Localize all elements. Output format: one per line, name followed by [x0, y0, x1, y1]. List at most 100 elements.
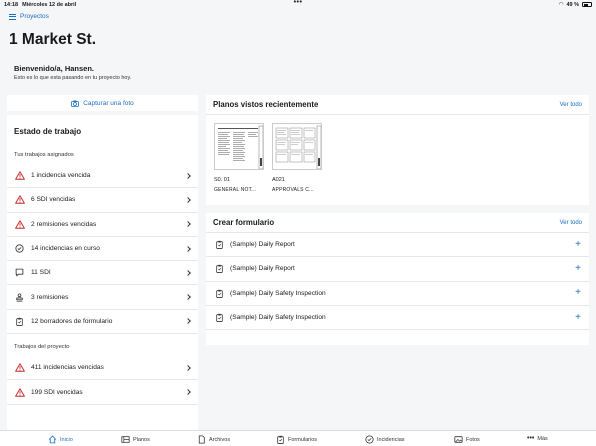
work-item-label: 14 incidencias en curso	[31, 245, 100, 253]
wifi-icon: ◠	[558, 2, 564, 8]
form-template-row[interactable]: (Sample) Daily Report +	[206, 233, 589, 258]
tab-label: Incidencias	[377, 436, 405, 443]
tab-label: Más	[537, 435, 548, 442]
battery-icon	[582, 2, 592, 7]
work-item-row[interactable]: 14 incidencias en curso	[7, 237, 198, 262]
plus-icon[interactable]: +	[575, 288, 581, 298]
work-item-row[interactable]: 411 incidencias vencidas	[7, 356, 198, 381]
form-template-label: (Sample) Daily Report	[230, 265, 295, 273]
plan-thumbnail[interactable]: S0. 01 GENERAL NOT...	[214, 123, 264, 193]
camera-icon	[71, 100, 80, 107]
chevron-right-icon	[185, 172, 191, 179]
recent-plans-title: Planos vistos recientemente	[213, 100, 319, 109]
plus-icon[interactable]: +	[575, 239, 581, 250]
form-template-row[interactable]: (Sample) Daily Safety Inspection +	[206, 282, 589, 306]
projects-link[interactable]: Proyectos	[20, 13, 49, 20]
tab-inicio[interactable]: Inicio	[48, 435, 73, 444]
tab-incidencias[interactable]: Incidencias	[365, 435, 405, 444]
assigned-work-label: Tus trabajos asignados	[14, 152, 74, 158]
check-circle-icon	[14, 244, 25, 254]
recent-plans-panel: Planos vistos recientemente Ver todo S0.…	[206, 95, 589, 205]
project-work-label: Trabajos del proyecto	[14, 344, 70, 351]
chevron-right-icon	[185, 221, 191, 228]
tab-archivos[interactable]: Archivos	[197, 435, 230, 444]
work-item-row[interactable]: 11 SDI	[7, 261, 198, 286]
chevron-right-icon	[185, 318, 191, 325]
clipboard-icon	[14, 316, 25, 326]
plans-view-all-link[interactable]: Ver todo	[560, 102, 582, 108]
warning-icon	[14, 219, 25, 229]
clipboard-icon	[214, 288, 224, 298]
work-state-title: Estado de trabajo	[14, 127, 82, 136]
tab-fotos[interactable]: Fotos	[454, 435, 480, 444]
plus-icon[interactable]: +	[575, 312, 581, 323]
status-bar: 14:18 Miércoles 12 de abril ••• ◠ 49 %	[0, 0, 596, 9]
bottom-tab-bar: Inicio Planos Archivos Formularios Incid…	[0, 430, 596, 446]
clipboard-icon	[214, 313, 224, 323]
plus-icon[interactable]: +	[575, 263, 581, 274]
tab-mas[interactable]: ••• Más	[527, 435, 548, 442]
work-item-label: 411 incidencias vencidas	[31, 364, 104, 372]
plan-number: A021	[272, 177, 285, 183]
battery-percent: 49 %	[566, 1, 579, 8]
photo-icon	[454, 436, 463, 443]
work-item-row[interactable]: 6 SDI vencidas	[7, 188, 198, 213]
create-form-title: Crear formulario	[213, 218, 275, 227]
work-item-label: 3 remisiones	[31, 293, 69, 301]
tab-label: Fotos	[466, 436, 480, 443]
tab-label: Archivos	[209, 436, 231, 443]
projects-nav[interactable]: Proyectos	[9, 13, 49, 20]
work-item-row[interactable]: 2 remisiones vencidas	[7, 213, 198, 237]
chevron-right-icon	[185, 364, 191, 371]
file-icon	[198, 435, 205, 444]
tab-formularios[interactable]: Formularios	[276, 435, 317, 444]
multitask-dots-icon[interactable]: •••	[294, 0, 303, 6]
list-icon	[9, 13, 16, 20]
create-form-panel: Crear formulario Ver todo (Sample) Daily…	[206, 213, 589, 345]
work-item-label: 199 SDI vencidas	[31, 388, 83, 396]
plan-name: APPROVALS C...	[272, 187, 314, 193]
project-work-list: 411 incidencias vencidas 199 SDI vencidas	[7, 356, 198, 405]
check-circle-icon	[365, 435, 374, 444]
clipboard-icon	[214, 264, 224, 274]
warning-icon	[14, 363, 25, 373]
work-item-row[interactable]: 199 SDI vencidas	[7, 380, 198, 405]
capture-photo-label: Capturar una foto	[83, 99, 134, 107]
form-template-row[interactable]: (Sample) Daily Safety Inspection +	[206, 306, 589, 331]
work-item-row[interactable]: 12 borradores de formulario	[7, 310, 198, 335]
plan-preview-image	[272, 123, 322, 170]
work-item-row[interactable]: 3 remisiones	[7, 285, 198, 310]
work-item-label: 12 borradores de formulario	[31, 317, 113, 325]
form-template-label: (Sample) Daily Safety Inspection	[230, 289, 326, 297]
tab-planos[interactable]: Planos	[121, 435, 150, 444]
form-template-list: (Sample) Daily Report + (Sample) Daily Rep…	[206, 233, 589, 331]
chevron-right-icon	[185, 389, 191, 395]
plan-thumbnail[interactable]: A021 APPROVALS C...	[272, 123, 322, 193]
warning-icon	[14, 171, 25, 181]
plan-number: S0. 01	[214, 177, 230, 183]
work-item-label: 2 remisiones vencidas	[31, 220, 97, 228]
plans-icon	[121, 436, 130, 443]
work-state-panel: Capturar una foto Estado de trabajo Tus …	[7, 95, 198, 430]
work-item-row[interactable]: 1 incidencia vencida	[7, 164, 198, 189]
chevron-right-icon	[185, 197, 191, 203]
assigned-work-list: 1 incidencia vencida 6 SDI vencidas 2 remi…	[7, 164, 198, 335]
status-date: Miércoles 12 de abril	[22, 1, 77, 8]
home-icon	[48, 435, 57, 444]
clipboard-icon	[277, 435, 284, 444]
form-template-row[interactable]: (Sample) Daily Report +	[206, 257, 589, 282]
plan-name: GENERAL NOT...	[214, 187, 257, 193]
chat-icon	[14, 268, 25, 278]
clipboard-icon	[214, 240, 224, 250]
tab-label: Planos	[133, 436, 150, 443]
forms-view-all-link[interactable]: Ver todo	[560, 220, 582, 226]
warning-icon	[14, 195, 25, 205]
warning-icon	[14, 387, 25, 397]
tab-label: Formularios	[288, 436, 318, 443]
capture-photo-button[interactable]: Capturar una foto	[7, 95, 198, 115]
status-time: 14:18	[4, 1, 19, 8]
more-icon: •••	[527, 435, 535, 442]
page-title: 1 Market St.	[9, 31, 97, 48]
welcome-subtitle: Esto es lo que esta pasando en tu proyec…	[14, 75, 132, 81]
chevron-right-icon	[185, 245, 191, 252]
